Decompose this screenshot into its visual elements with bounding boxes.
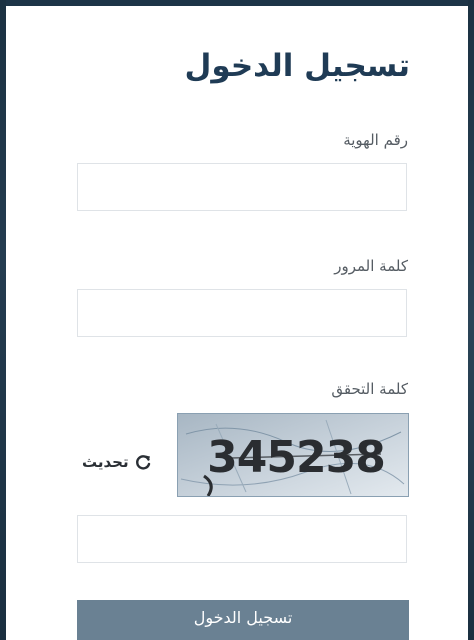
captcha-graphic: 345238	[178, 414, 408, 496]
window-frame-right	[468, 0, 474, 640]
refresh-captcha-button[interactable]: تحديث	[82, 450, 153, 474]
login-button[interactable]: تسجيل الدخول	[77, 600, 409, 640]
captcha-label: كلمة التحقق	[331, 380, 408, 398]
password-input[interactable]	[77, 289, 407, 337]
captcha-input[interactable]	[77, 515, 407, 563]
id-number-input[interactable]	[77, 163, 407, 211]
refresh-icon	[133, 452, 153, 472]
id-number-label: رقم الهوية	[343, 131, 408, 149]
captcha-image: 345238	[177, 413, 409, 497]
refresh-label: تحديث	[82, 453, 129, 471]
login-panel: تسجيل الدخول رقم الهوية كلمة المرور كلمة…	[6, 6, 468, 640]
password-label: كلمة المرور	[334, 257, 408, 275]
page-title: تسجيل الدخول	[184, 48, 411, 84]
